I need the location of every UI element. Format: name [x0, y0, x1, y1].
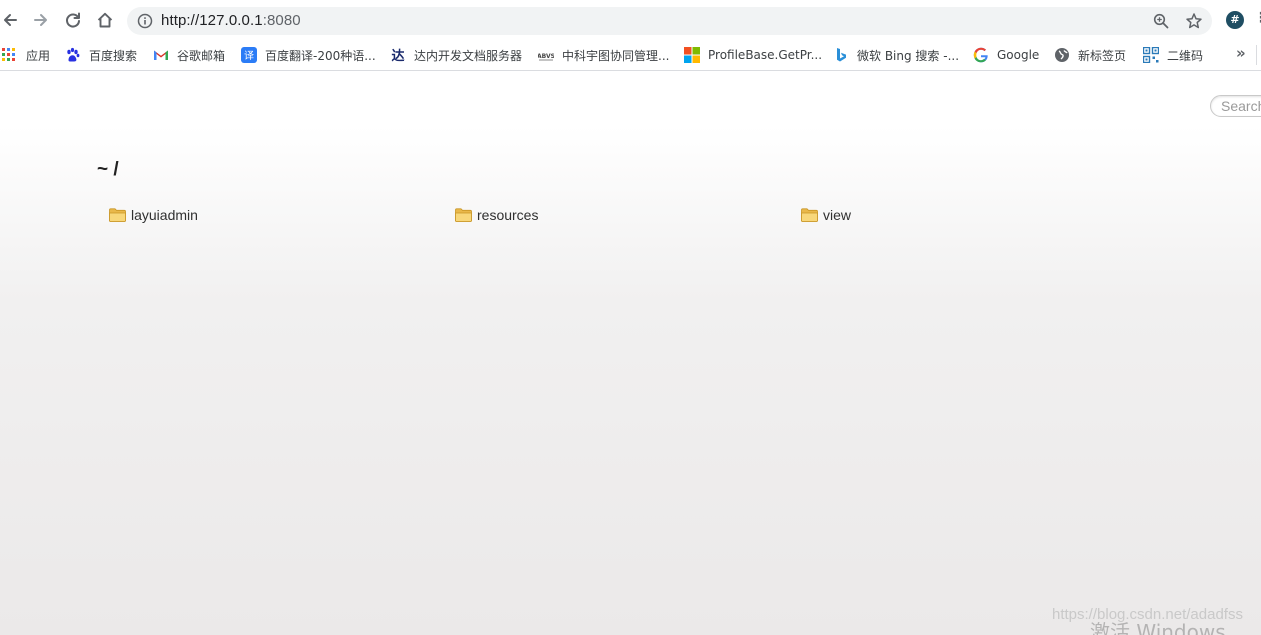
folder-link-resources[interactable]: resources	[455, 206, 538, 224]
folder-icon	[455, 208, 472, 222]
bookmark-profilebase[interactable]: ProfileBase.GetPr...	[684, 45, 822, 65]
bing-icon	[833, 47, 849, 63]
bookmark-tarena-docs[interactable]: 达 达内开发文档服务器	[390, 45, 522, 65]
bookmark-label: ProfileBase.GetPr...	[708, 48, 823, 62]
bookmark-label: 二维码	[1167, 48, 1204, 63]
bookmark-label: 百度翻译-200种语...	[265, 48, 376, 63]
svg-text:达: 达	[391, 48, 404, 63]
bookmark-new-tab[interactable]: 新标签页	[1054, 45, 1126, 65]
directory-listing-page: ~ / layuiadmin resources view https://bl…	[0, 71, 1261, 635]
folder-link-view[interactable]: view	[801, 206, 851, 224]
browser-toolbar: http://127.0.0.1:8080 # ⋮	[0, 0, 1261, 40]
bookmark-label: 百度搜索	[89, 48, 138, 63]
forward-button[interactable]	[30, 9, 52, 31]
bookmark-label: 新标签页	[1078, 48, 1127, 63]
url-text[interactable]: http://127.0.0.1:8080	[161, 12, 301, 30]
gmail-icon	[153, 47, 169, 63]
bookmark-gmail[interactable]: 谷歌邮箱	[153, 45, 225, 65]
bookmark-label: 谷歌邮箱	[177, 48, 226, 63]
svg-text:译: 译	[244, 50, 254, 62]
bookmark-label: 达内开发文档服务器	[414, 48, 523, 63]
qrcode-icon	[1143, 47, 1159, 63]
apps-grid-icon	[2, 47, 18, 63]
arrow-left-icon	[4, 14, 17, 26]
arrow-right-icon	[34, 14, 47, 26]
bookmarks-bar: 应用 百度搜索 谷歌邮箱 译 百度翻译-200种语... 达 达内开发文档服务器…	[0, 40, 1261, 71]
globe-icon	[1054, 47, 1070, 63]
url-port: :8080	[262, 12, 301, 29]
google-icon	[973, 47, 989, 63]
folder-link-layuiadmin[interactable]: layuiadmin	[109, 206, 198, 224]
search-input[interactable]	[1210, 95, 1261, 117]
back-button[interactable]	[0, 9, 21, 31]
info-icon[interactable]	[137, 13, 153, 29]
folder-icon	[109, 208, 126, 222]
bookmark-apps[interactable]: 应用	[2, 45, 50, 65]
activate-windows-notice: 激活 Windows	[1090, 620, 1226, 635]
file-name: view	[823, 207, 852, 223]
mapuni-icon: ABVS	[538, 47, 554, 63]
tarena-icon: 达	[390, 47, 406, 63]
extension-icon[interactable]: #	[1226, 11, 1244, 29]
baidu-paw-icon	[65, 47, 81, 63]
folder-icon	[801, 208, 818, 222]
microsoft-icon	[684, 47, 700, 63]
bookmark-baidu-translate[interactable]: 译 百度翻译-200种语...	[241, 45, 376, 65]
zoom-icon[interactable]	[1153, 13, 1169, 29]
file-name: resources	[477, 207, 539, 223]
bookmarks-overflow-button[interactable]: »	[1236, 44, 1246, 62]
bookmark-label: 中科宇图协同管理...	[562, 48, 670, 63]
bookmark-label: 应用	[26, 48, 51, 63]
bookmark-mapuni[interactable]: ABVS 中科宇图协同管理...	[538, 45, 669, 65]
reload-icon	[66, 12, 80, 28]
bookmark-label: Google	[997, 48, 1040, 62]
bookmark-baidu-search[interactable]: 百度搜索	[65, 45, 137, 65]
bookmark-qrcode[interactable]: 二维码	[1143, 45, 1203, 65]
bookmark-star-icon[interactable]	[1185, 12, 1203, 30]
browser-menu-icon[interactable]: ⋮	[1254, 10, 1261, 26]
bookmark-label: 微软 Bing 搜索 -...	[857, 48, 960, 63]
home-icon	[97, 12, 113, 28]
home-button[interactable]	[94, 9, 116, 31]
bookmark-bing[interactable]: 微软 Bing 搜索 -...	[833, 45, 959, 65]
bookmarks-divider	[1256, 45, 1257, 65]
breadcrumb[interactable]: ~ /	[97, 159, 119, 181]
translate-icon: 译	[241, 47, 257, 63]
address-bar[interactable]: http://127.0.0.1:8080	[127, 7, 1212, 35]
file-name: layuiadmin	[131, 207, 198, 223]
reload-button[interactable]	[62, 9, 84, 31]
bookmark-google[interactable]: Google	[973, 45, 1039, 65]
url-host: http://127.0.0.1	[161, 12, 263, 29]
svg-text:ABVS: ABVS	[538, 53, 554, 60]
